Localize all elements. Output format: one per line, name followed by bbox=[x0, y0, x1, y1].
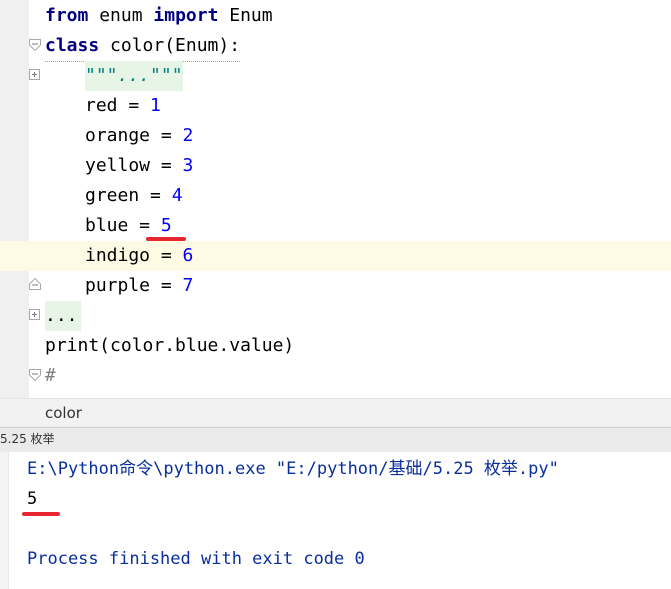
keyword-import: import bbox=[153, 5, 219, 26]
run-tab-label[interactable]: 5.25 枚举 bbox=[0, 428, 55, 450]
console-output: 5 bbox=[27, 489, 38, 509]
code-line-blue[interactable]: blue = 5 bbox=[0, 211, 671, 241]
member-name: red = bbox=[85, 95, 151, 116]
member-value: 5 bbox=[160, 215, 172, 236]
member-name: orange = bbox=[85, 125, 183, 146]
run-tab-bar[interactable]: 5.25 枚举 bbox=[0, 427, 671, 453]
member-value: 2 bbox=[182, 125, 194, 146]
print-statement: print(color.blue.value) bbox=[45, 335, 295, 356]
code-line-green[interactable]: green = 4 bbox=[0, 181, 671, 211]
member-value: 4 bbox=[171, 185, 183, 206]
member-value: 7 bbox=[182, 275, 194, 296]
code-line-purple[interactable]: purple = 7 bbox=[0, 271, 671, 301]
member-value: 6 bbox=[182, 245, 194, 266]
code-line-orange[interactable]: orange = 2 bbox=[0, 121, 671, 151]
console-exit-message: Process finished with exit code 0 bbox=[27, 549, 365, 569]
breadcrumb[interactable]: color bbox=[0, 398, 671, 427]
keyword-from: from bbox=[45, 5, 89, 26]
breadcrumb-item[interactable]: color bbox=[45, 399, 82, 427]
folded-docstring[interactable]: """...""" bbox=[85, 61, 183, 91]
member-value: 3 bbox=[182, 155, 194, 176]
folded-block[interactable]: ... bbox=[45, 301, 81, 331]
code-line-import[interactable]: from enum import Enum bbox=[0, 1, 671, 31]
code-line-indigo[interactable]: indigo = 6 bbox=[0, 241, 671, 271]
imported-name: Enum bbox=[218, 5, 273, 26]
red-underline-annotation bbox=[22, 512, 60, 516]
comment: # bbox=[45, 365, 56, 386]
code-line-docstring[interactable]: """...""" bbox=[0, 61, 671, 91]
member-name: indigo = bbox=[85, 245, 183, 266]
code-editor[interactable]: from enum import Enum class color(Enum):… bbox=[0, 0, 671, 398]
code-line-class[interactable]: class color(Enum): bbox=[0, 31, 671, 62]
code-line-red[interactable]: red = 1 bbox=[0, 91, 671, 121]
member-name: yellow = bbox=[85, 155, 183, 176]
member-name: purple = bbox=[85, 275, 183, 296]
console-command: E:\Python命令\python.exe "E:/python/基础/5.2… bbox=[27, 459, 559, 479]
run-console[interactable]: E:\Python命令\python.exe "E:/python/基础/5.2… bbox=[0, 452, 671, 589]
member-name: blue = bbox=[85, 215, 161, 236]
member-value: 1 bbox=[150, 95, 161, 116]
code-line-comment[interactable]: # bbox=[0, 361, 671, 391]
code-line-yellow[interactable]: yellow = 3 bbox=[0, 151, 671, 181]
keyword-class: class bbox=[45, 35, 100, 56]
class-signature: color(Enum): bbox=[99, 35, 241, 56]
code-line-print[interactable]: print(color.blue.value) bbox=[0, 331, 671, 361]
module-name: enum bbox=[88, 5, 154, 26]
console-gutter bbox=[0, 452, 9, 589]
member-name: green = bbox=[85, 185, 172, 206]
code-line-folded[interactable]: ... bbox=[0, 301, 671, 331]
